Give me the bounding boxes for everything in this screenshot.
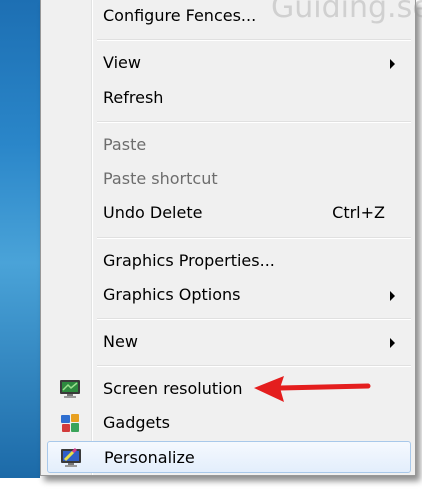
menu-item-label: Undo Delete bbox=[103, 203, 203, 222]
menu-item-graphics-properties[interactable]: Graphics Properties... bbox=[47, 245, 411, 277]
submenu-arrow-icon bbox=[390, 338, 395, 348]
menu-item-view[interactable]: View bbox=[47, 47, 411, 79]
menu-item-label: Paste shortcut bbox=[103, 169, 218, 188]
menu-item-label: View bbox=[103, 53, 141, 72]
menu-item-label: New bbox=[103, 332, 138, 351]
menu-item-refresh[interactable]: Refresh bbox=[47, 82, 411, 114]
menu-item-paste-shortcut: Paste shortcut bbox=[47, 163, 411, 195]
menu-separator bbox=[97, 237, 411, 238]
annotation-arrow-icon bbox=[254, 376, 371, 402]
menu-item-new[interactable]: New bbox=[47, 326, 411, 358]
menu-item-label: Refresh bbox=[103, 88, 164, 107]
menu-item-label: Configure Fences... bbox=[103, 6, 257, 25]
menu-item-personalize[interactable]: Personalize bbox=[47, 441, 411, 473]
menu-item-configure-fences[interactable]: Configure Fences... bbox=[47, 0, 411, 32]
menu-separator bbox=[97, 365, 411, 366]
menu-separator bbox=[97, 121, 411, 122]
menu-separator bbox=[97, 39, 411, 40]
gadgets-icon bbox=[59, 412, 81, 434]
menu-item-graphics-options[interactable]: Graphics Options bbox=[47, 279, 411, 311]
screen-resolution-icon bbox=[59, 378, 81, 400]
menu-item-label: Gadgets bbox=[103, 413, 170, 432]
menu-item-label: Graphics Properties... bbox=[103, 251, 275, 270]
submenu-arrow-icon bbox=[390, 291, 395, 301]
menu-item-label: Screen resolution bbox=[103, 379, 243, 398]
menu-item-label: Paste bbox=[103, 135, 147, 154]
menu-item-label: Personalize bbox=[104, 448, 195, 467]
personalize-icon bbox=[60, 447, 82, 469]
menu-separator bbox=[97, 318, 411, 319]
menu-item-paste: Paste bbox=[47, 129, 411, 161]
menu-item-undo-delete[interactable]: Undo Delete Ctrl+Z bbox=[47, 197, 411, 229]
menu-item-label: Graphics Options bbox=[103, 285, 241, 304]
submenu-arrow-icon bbox=[390, 59, 395, 69]
shortcut-label: Ctrl+Z bbox=[332, 203, 385, 222]
desktop-background bbox=[0, 0, 40, 478]
menu-item-gadgets[interactable]: Gadgets bbox=[47, 407, 411, 439]
